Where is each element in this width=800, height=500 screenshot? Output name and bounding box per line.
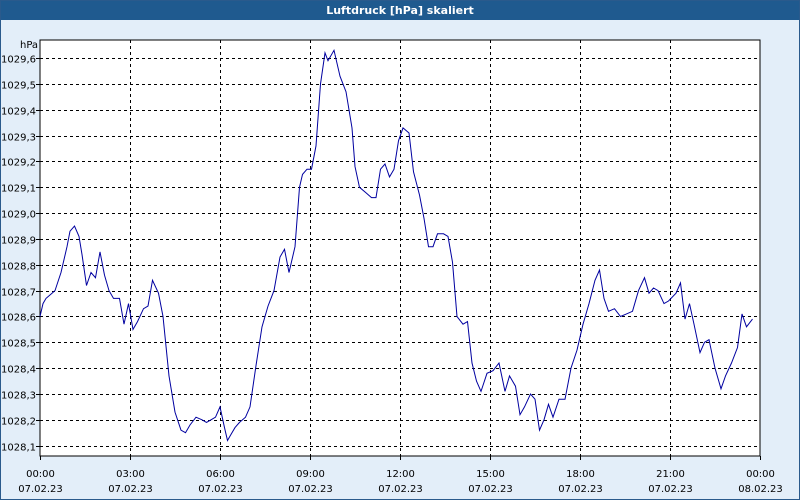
y-tick-label: 1029,6	[1, 55, 36, 66]
x-tick-label-date: 07.02.23	[288, 484, 333, 495]
y-tick-label: 1028,6	[1, 313, 36, 324]
y-tick-label: 1028,1	[1, 443, 36, 454]
x-tick-label-time: 09:00	[296, 469, 325, 480]
x-tick-label-date: 07.02.23	[198, 484, 243, 495]
line-chart: 1028,1 1028,2 1028,3 1028,4 1028,5 1028,6 1028…	[1, 39, 783, 495]
x-tick-label-time: 12:00	[386, 469, 415, 480]
x-axis-tick-labels: 00:00 07.02.23 03:00 07.02.23 06:00 07.02.23 0…	[18, 469, 783, 495]
y-tick-label: 1029,4	[1, 107, 36, 118]
x-tick-label-date: 07.02.23	[18, 484, 63, 495]
y-tick-label: 1029,1	[1, 184, 36, 195]
x-tick-label-time: 06:00	[206, 469, 235, 480]
x-tick-label-time: 15:00	[476, 469, 505, 480]
x-tick-label-date: 07.02.23	[558, 484, 603, 495]
x-tick-label-time: 00:00	[26, 469, 55, 480]
x-tick-label-time: 00:00	[746, 469, 775, 480]
y-tick-label: 1028,8	[1, 262, 36, 273]
y-tick-label: 1029,5	[1, 81, 36, 92]
x-tick-label-date: 07.02.23	[378, 484, 423, 495]
y-tick-label: 1028,4	[1, 365, 36, 376]
y-tick-label: 1029,3	[1, 133, 36, 144]
y-tick-label: 1029,0	[1, 210, 36, 221]
x-tick-label-time: 18:00	[566, 469, 595, 480]
y-tick-label: 1028,2	[1, 417, 36, 428]
y-tick-label: 1028,9	[1, 236, 36, 247]
x-tick-label-date: 08.02.23	[738, 484, 783, 495]
y-tick-label: 1029,2	[1, 158, 36, 169]
x-tick-label-time: 03:00	[116, 469, 145, 480]
x-tick-label-time: 21:00	[656, 469, 685, 480]
y-axis-tick-labels: 1028,1 1028,2 1028,3 1028,4 1028,5 1028,6 1028…	[1, 55, 36, 454]
y-tick-label: 1028,5	[1, 339, 36, 350]
x-tick-label-date: 07.02.23	[648, 484, 693, 495]
y-tick-label: 1028,3	[1, 391, 36, 402]
x-tick-label-date: 07.02.23	[468, 484, 513, 495]
y-tick-label: 1028,7	[1, 288, 36, 299]
x-tick-label-date: 07.02.23	[108, 484, 153, 495]
y-axis-unit-label: hPa	[20, 40, 38, 51]
